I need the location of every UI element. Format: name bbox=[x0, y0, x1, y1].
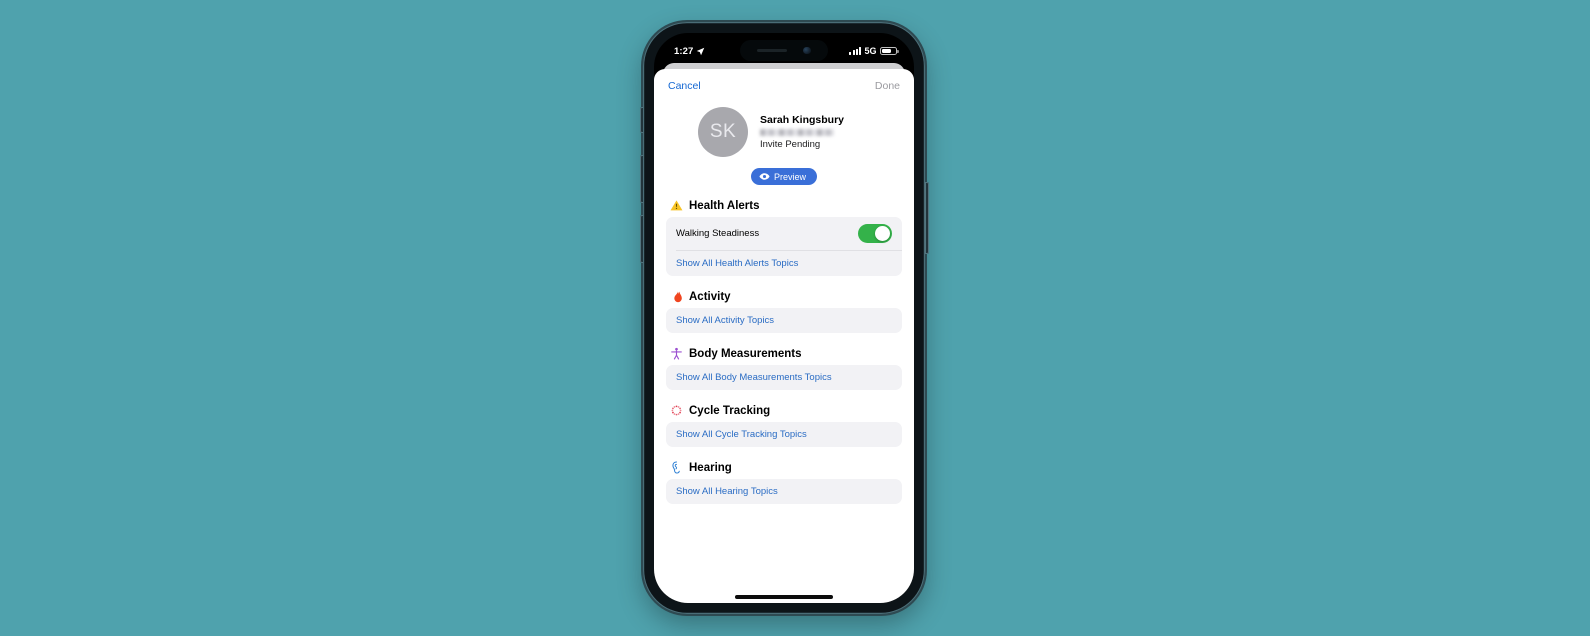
section-title-health-alerts: Health Alerts bbox=[689, 199, 760, 212]
network-label: 5G bbox=[864, 46, 877, 56]
toggle-health-alerts-0[interactable] bbox=[858, 224, 892, 243]
battery-icon bbox=[880, 46, 899, 56]
section-activity: Activity Show All Activity Topics bbox=[654, 290, 914, 333]
profile-email-redacted bbox=[760, 129, 834, 136]
power-button[interactable] bbox=[924, 182, 929, 254]
card-body-measurements: Show All Body Measurements Topics bbox=[666, 365, 902, 390]
section-title-cycle-tracking: Cycle Tracking bbox=[689, 404, 771, 417]
modal-sheet: Cancel Done SK Sarah Kingsbury Invite Pe… bbox=[654, 69, 914, 603]
status-time: 1:27 bbox=[674, 45, 694, 57]
ear-icon bbox=[670, 461, 683, 474]
phone-screen: 1:27 5G Cancel Done SK Sarah Kingsbury I… bbox=[654, 33, 914, 603]
section-title-hearing: Hearing bbox=[689, 461, 732, 474]
card-hearing: Show All Hearing Topics bbox=[666, 479, 902, 504]
row-label: Walking Steadiness bbox=[676, 228, 760, 239]
section-title-activity: Activity bbox=[689, 290, 731, 303]
location-arrow-icon bbox=[697, 47, 705, 55]
speaker-slot-icon bbox=[757, 48, 788, 53]
show-all-cycle-tracking-button[interactable]: Show All Cycle Tracking Topics bbox=[666, 422, 902, 447]
home-indicator[interactable] bbox=[735, 595, 833, 599]
section-cycle-tracking: Cycle Tracking Show All Cycle Tracking To… bbox=[654, 404, 914, 447]
section-header-health-alerts: Health Alerts bbox=[670, 199, 902, 212]
cancel-button[interactable]: Cancel bbox=[668, 80, 701, 92]
show-all-body-measurements-button[interactable]: Show All Body Measurements Topics bbox=[666, 365, 902, 390]
volume-up-button[interactable] bbox=[639, 155, 644, 203]
sections-container: Health Alerts Walking Steadiness Show All … bbox=[654, 199, 914, 504]
volume-down-button[interactable] bbox=[639, 215, 644, 263]
front-camera-icon bbox=[803, 46, 811, 55]
show-all-label: Show All Activity Topics bbox=[676, 315, 775, 326]
section-header-cycle-tracking: Cycle Tracking bbox=[670, 404, 902, 417]
cycle-dots-icon bbox=[670, 404, 683, 417]
eye-icon bbox=[759, 173, 770, 180]
section-header-activity: Activity bbox=[670, 290, 902, 303]
show-all-activity-button[interactable]: Show All Activity Topics bbox=[666, 308, 902, 333]
profile-text: Sarah Kingsbury Invite Pending bbox=[760, 114, 844, 150]
warning-triangle-icon bbox=[670, 199, 683, 212]
preview-button[interactable]: Preview bbox=[750, 168, 817, 185]
show-all-label: Show All Body Measurements Topics bbox=[676, 372, 832, 383]
show-all-label: Show All Health Alerts Topics bbox=[676, 258, 799, 269]
section-health-alerts: Health Alerts Walking Steadiness Show All … bbox=[654, 199, 914, 276]
card-activity: Show All Activity Topics bbox=[666, 308, 902, 333]
show-all-label: Show All Hearing Topics bbox=[676, 486, 778, 497]
section-header-hearing: Hearing bbox=[670, 461, 902, 474]
body-figure-icon bbox=[670, 347, 683, 360]
show-all-hearing-button[interactable]: Show All Hearing Topics bbox=[666, 479, 902, 504]
card-cycle-tracking: Show All Cycle Tracking Topics bbox=[666, 422, 902, 447]
status-bar-right: 5G bbox=[849, 46, 899, 56]
section-header-body-measurements: Body Measurements bbox=[670, 347, 902, 360]
profile-invite-status: Invite Pending bbox=[760, 139, 821, 150]
silent-switch-button[interactable] bbox=[640, 107, 644, 133]
flame-icon bbox=[670, 290, 683, 303]
profile-header: SK Sarah Kingsbury Invite Pending bbox=[654, 103, 914, 157]
phone-frame: 1:27 5G Cancel Done SK Sarah Kingsbury I… bbox=[639, 22, 929, 614]
cellular-signal-icon bbox=[849, 47, 861, 55]
status-bar-left: 1:27 bbox=[674, 46, 705, 57]
dynamic-island bbox=[740, 40, 828, 61]
sheet-navigation-bar: Cancel Done bbox=[654, 69, 914, 103]
section-body-measurements: Body Measurements Show All Body Measureme… bbox=[654, 347, 914, 390]
done-button[interactable]: Done bbox=[875, 80, 900, 92]
show-all-label: Show All Cycle Tracking Topics bbox=[676, 429, 807, 440]
avatar: SK bbox=[698, 107, 748, 157]
preview-label: Preview bbox=[773, 171, 806, 182]
section-title-body-measurements: Body Measurements bbox=[689, 347, 802, 360]
card-health-alerts: Walking Steadiness Show All Health Alerts… bbox=[666, 217, 902, 276]
show-all-health-alerts-button[interactable]: Show All Health Alerts Topics bbox=[666, 251, 902, 276]
profile-name: Sarah Kingsbury bbox=[760, 114, 845, 126]
section-hearing: Hearing Show All Hearing Topics bbox=[654, 461, 914, 504]
row-health-alerts-0[interactable]: Walking Steadiness bbox=[666, 217, 902, 250]
preview-row: Preview bbox=[654, 168, 914, 185]
